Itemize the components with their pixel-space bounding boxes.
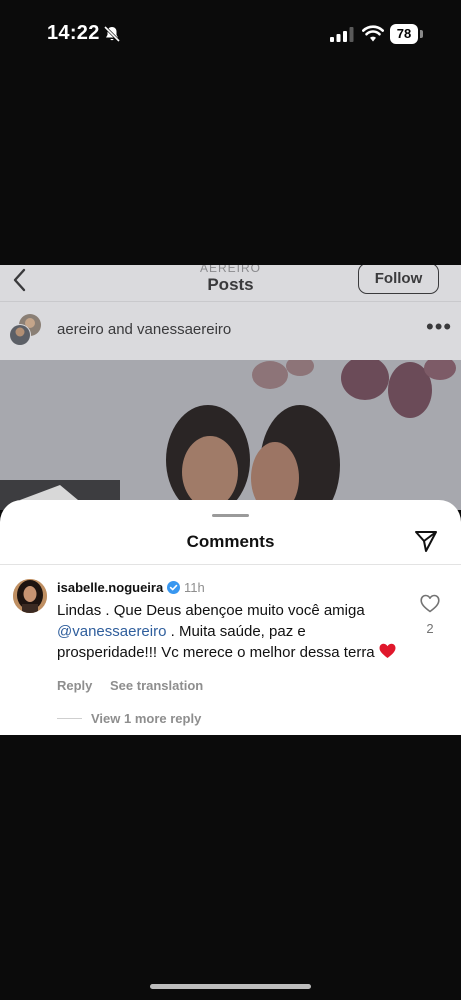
like-count: 2 <box>426 621 434 636</box>
battery-icon: 78 <box>390 24 423 44</box>
comment-username[interactable]: isabelle.nogueira <box>57 580 163 595</box>
status-time: 14:22 <box>47 22 100 44</box>
status-bar: 14:22 78 <box>0 0 461 70</box>
comments-sheet: Comments isabelle.nogueira 11h Lindas . … <box>0 500 461 735</box>
battery-level: 78 <box>390 24 418 44</box>
reply-button[interactable]: Reply <box>57 678 92 693</box>
divider <box>0 301 461 302</box>
red-heart-emoji-icon <box>379 643 396 658</box>
avatar[interactable] <box>13 579 47 613</box>
comment-text: Lindas . Que Deus abençoe muito você ami… <box>57 600 397 663</box>
home-indicator[interactable] <box>150 984 311 989</box>
comment-time: 11h <box>184 580 205 595</box>
divider <box>57 718 82 719</box>
view-more-replies-button[interactable]: View 1 more reply <box>91 711 201 726</box>
comment-text-part: Lindas . Que Deus abençoe muito você ami… <box>57 602 365 619</box>
post-view: AEREIRO Posts Follow aereiro and vanessa… <box>0 265 461 510</box>
bell-slash-icon <box>103 25 121 43</box>
signal-icon <box>330 27 354 42</box>
drag-handle[interactable] <box>212 514 249 517</box>
post-photo <box>0 360 461 510</box>
collab-avatars[interactable] <box>8 313 42 347</box>
verified-icon <box>167 581 180 594</box>
share-icon[interactable] <box>413 528 439 554</box>
wifi-icon <box>362 25 384 42</box>
follow-button[interactable]: Follow <box>358 265 439 294</box>
sheet-title: Comments <box>186 532 275 551</box>
see-translation-button[interactable]: See translation <box>110 678 203 693</box>
more-icon[interactable]: ••• <box>426 316 452 338</box>
divider <box>0 564 461 565</box>
mention-link[interactable]: @vanessaereiro <box>57 623 166 640</box>
post-authors[interactable]: aereiro and vanessaereiro <box>57 321 231 338</box>
heart-icon[interactable] <box>420 594 440 613</box>
